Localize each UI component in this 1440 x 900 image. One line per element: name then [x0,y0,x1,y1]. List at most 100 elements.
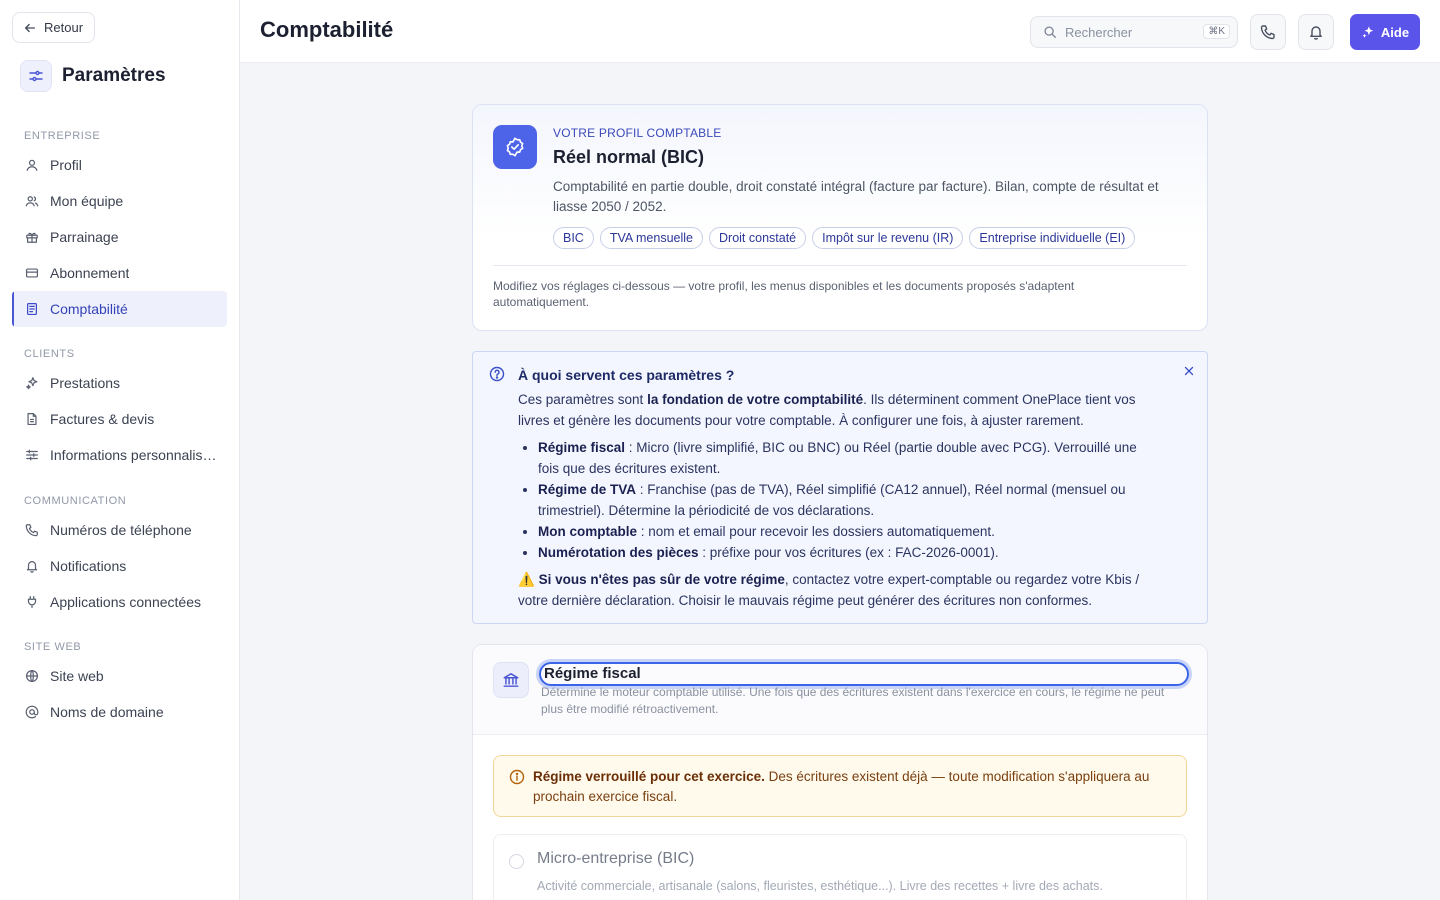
sidebar-item-numeros-telephone[interactable]: Numéros de téléphone [12,512,227,548]
list-item: Régime fiscal : Micro (livre simplifié, … [538,437,1158,479]
nav-section-clients: CLIENTS Prestations Factures & devis Inf… [0,346,240,473]
phone-icon [25,524,38,537]
profile-tags: BIC TVA mensuelle Droit constaté Impôt s… [553,227,1136,249]
help-button[interactable]: Aide [1350,14,1420,50]
sidebar-item-label: Mon équipe [50,193,124,209]
sidebar-item-label: Abonnement [50,265,130,281]
sliders-icon [26,449,38,461]
nav-section-communication: COMMUNICATION Numéros de téléphone Notif… [0,493,240,620]
globe-icon [25,669,39,683]
search-input[interactable]: Rechercher ⌘K [1030,16,1238,48]
list-item: Régime de TVA : Franchise (pas de TVA), … [538,479,1158,521]
settings-help-box: À quoi servent ces paramètres ? Ces para… [472,351,1208,624]
gift-icon [26,232,38,243]
nav-section-entreprise: ENTREPRISE Profil Mon équipe Parrainage … [0,128,240,327]
nav-section-title: ENTREPRISE [24,130,101,142]
warning-icon: ⚠️ [518,572,535,587]
bank-icon [493,662,529,698]
ledger-icon [27,302,37,316]
phone-icon [1260,25,1275,40]
plug-icon [27,595,37,609]
help-box-body: Ces paramètres sont la fondation de votr… [518,389,1158,611]
tax-regime-title[interactable]: Régime fiscal [539,662,1189,686]
sidebar-item-label: Prestations [50,375,121,391]
help-box-list: Régime fiscal : Micro (livre simplifié, … [538,437,1158,563]
nav-section-title: CLIENTS [24,348,75,360]
search-shortcut: ⌘K [1203,24,1230,39]
page-title: Comptabilité [260,17,394,42]
tax-regime-header: Régime fiscal Détermine le moteur compta… [473,645,1207,735]
profile-name: Réel normal (BIC) [553,147,705,167]
at-icon [25,705,39,719]
help-box-warning: ⚠️ Si vous n'êtes pas sûr de votre régim… [518,572,1140,608]
accounting-profile-card: VOTRE PROFIL COMPTABLE Réel normal (BIC)… [472,104,1208,331]
sidebar-item-label: Parrainage [50,229,119,245]
help-box-intro: Ces paramètres sont la fondation de votr… [518,392,1136,428]
regime-locked-text: Régime verrouillé pour cet exercice. Des… [533,769,1150,804]
sidebar-item-factures-devis[interactable]: Factures & devis [12,401,227,437]
nav-section-title: SITE WEB [24,641,82,653]
sidebar-item-label: Informations personnalis… [50,447,217,463]
sidebar-item-mon-equipe[interactable]: Mon équipe [12,183,227,219]
list-item: Mon comptable : nom et email pour recevo… [538,521,1158,542]
divider [493,265,1187,266]
sidebar-item-label: Applications connectées [50,594,201,610]
settings-header: Paramètres [20,60,166,92]
search-placeholder: Rechercher [1065,24,1133,40]
sidebar-item-label: Profil [50,157,82,173]
profile-tag: Entreprise individuelle (EI) [969,227,1136,249]
team-icon [25,196,39,207]
profile-description: Comptabilité en partie double, droit con… [553,179,1159,214]
nav-section-site-web: SITE WEB Site web Noms de domaine [0,639,240,730]
tax-regime-subtitle: Détermine le moteur comptable utilisé. U… [541,685,1165,716]
settings-title: Paramètres [62,65,166,86]
profile-tag: TVA mensuelle [599,227,703,249]
phone-button[interactable] [1250,14,1286,50]
sidebar-item-site-web[interactable]: Site web [12,658,227,694]
topbar: Comptabilité Rechercher ⌘K Aide [240,0,1440,63]
card-icon [25,268,39,278]
arrow-left-icon [24,23,36,32]
sidebar-item-informations-personnalisees[interactable]: Informations personnalis… [12,437,227,473]
settings-sliders-icon [20,60,52,92]
sparkle-icon [1362,26,1374,38]
back-button[interactable]: Retour [12,12,96,43]
radio-button[interactable] [509,854,524,869]
search-icon [1044,26,1056,38]
sidebar-item-label: Numéros de téléphone [50,522,192,538]
profile-tag: Impôt sur le revenu (IR) [812,227,964,249]
sidebar-item-noms-domaine[interactable]: Noms de domaine [12,694,227,730]
regime-option-title: Micro-entreprise (BIC) [537,850,695,867]
list-item: Numérotation des pièces : préfixe pour v… [538,542,1158,563]
sidebar-item-label: Factures & devis [50,411,155,427]
sidebar-item-profil[interactable]: Profil [12,147,227,183]
tax-regime-card: Régime fiscal Détermine le moteur compta… [472,644,1208,900]
regime-option-micro-bic[interactable]: Micro-entreprise (BIC) Activité commerci… [493,834,1187,900]
bell-icon [26,561,38,573]
sidebar-item-abonnement[interactable]: Abonnement [12,255,227,291]
help-label: Aide [1380,24,1410,40]
profile-note: Modifiez vos réglages ci-dessous — votre… [493,279,1075,309]
help-box-title: À quoi servent ces paramètres ? [518,367,735,383]
document-icon [27,412,37,426]
sidebar-item-comptabilite[interactable]: Comptabilité [12,291,227,327]
sidebar-item-label: Notifications [50,558,127,574]
profile-kicker: VOTRE PROFIL COMPTABLE [553,126,722,140]
regime-option-description: Activité commerciale, artisanale (salons… [537,879,1103,893]
info-circle-icon [509,769,525,785]
regime-locked-alert: Régime verrouillé pour cet exercice. Des… [493,755,1187,817]
sidebar-item-label: Noms de domaine [50,704,164,720]
close-icon[interactable] [1182,364,1196,378]
notifications-button[interactable] [1298,14,1334,50]
sidebar-item-notifications[interactable]: Notifications [12,548,227,584]
sidebar: Retour Paramètres ENTREPRISE Profil Mon … [0,0,240,900]
question-circle-icon [489,366,505,382]
sidebar-item-applications-connectees[interactable]: Applications connectées [12,584,227,620]
back-label: Retour [44,20,84,35]
sidebar-item-label: Comptabilité [50,301,128,317]
nav-section-title: COMMUNICATION [24,495,127,507]
sidebar-item-parrainage[interactable]: Parrainage [12,219,227,255]
bell-icon [1310,26,1322,40]
sidebar-item-prestations[interactable]: Prestations [12,365,227,401]
badge-check-icon [493,125,537,169]
